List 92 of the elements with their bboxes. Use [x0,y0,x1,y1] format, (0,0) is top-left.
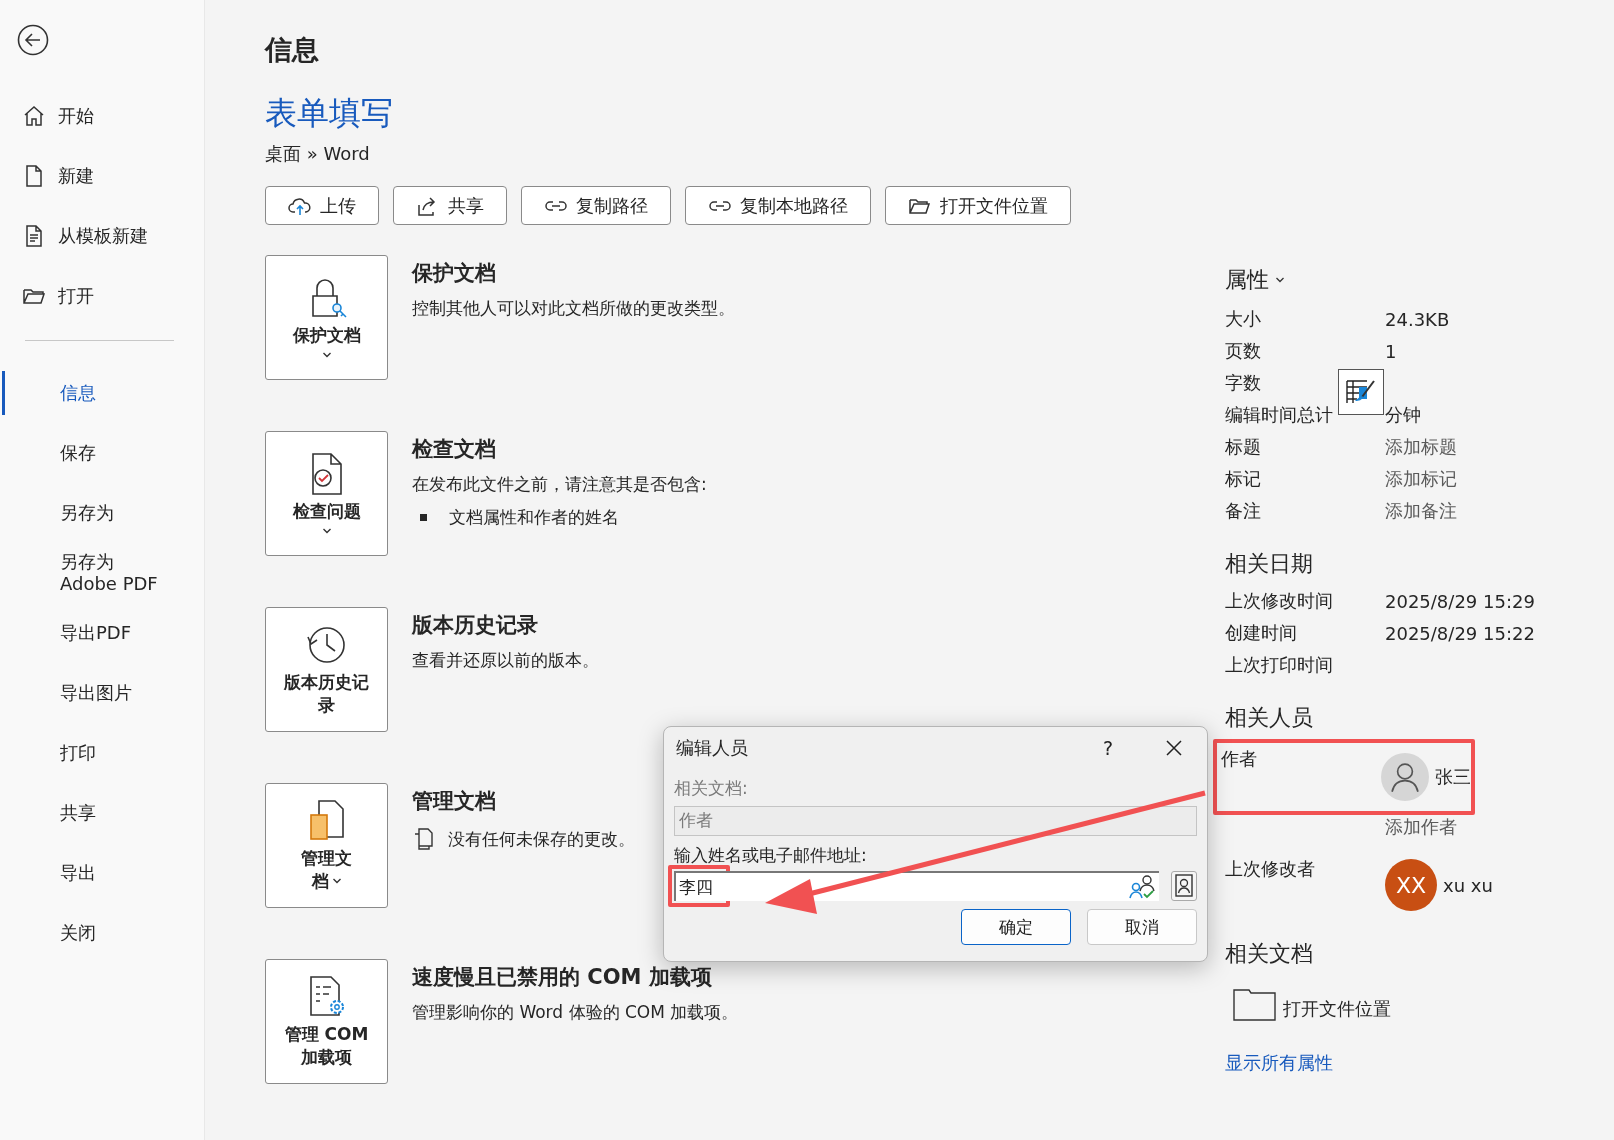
page-title: 信息 [265,33,320,67]
property-value: 1 [1385,340,1397,362]
property-label: 上次修改者 [1225,857,1316,881]
section-title: 保护文档 [412,260,497,287]
avatar-icon [1381,751,1429,803]
sidebar-item[interactable]: 信息 [0,363,204,423]
section-description: 管理影响你的 Word 体验的 COM 加载项。 [412,1001,739,1024]
close-icon [1165,739,1183,757]
property-value: 2025/8/29 15:22 [1385,622,1535,644]
document-path: 桌面 » Word [265,142,371,166]
dialog-title: 编辑人员 [675,736,749,760]
action-button[interactable]: 共享 [393,186,507,225]
property-label: 编辑时间总计 [1225,403,1333,427]
caret-icon [321,526,332,535]
section-description: 查看并还原以前的版本。 [412,649,599,672]
documents-icon [412,827,434,851]
property-value: 分钟 [1385,403,1421,427]
show-all-properties-link[interactable]: 显示所有属性 [1225,1051,1585,1075]
sidebar-item[interactable]: 导出PDF [0,603,204,663]
open-location-link[interactable]: 打开文件位置 [1233,987,1585,1021]
property-label: 上次修改时间 [1225,589,1333,613]
avatar: XX [1385,859,1437,911]
property-label: 大小 [1225,307,1261,331]
section-description: 控制其他人可以对此文档所做的更改类型。 [412,297,735,320]
property-label: 作者 [1221,747,1258,771]
sidebar-item[interactable]: 新建 [0,146,204,206]
section-note: 没有任何未保存的更改。 [448,827,635,851]
property-value: 2025/8/29 15:29 [1385,590,1535,612]
table-brush-icon[interactable] [1338,369,1384,415]
related-document-field[interactable]: 作者 [674,806,1197,836]
field-label: 相关文档: [674,777,749,800]
sidebar-item[interactable]: 导出 [0,843,204,903]
action-button[interactable]: 打开文件位置 [885,186,1071,225]
bullet-icon [420,514,427,521]
section-description: 在发布此文件之前，请注意其是否包含: [412,473,707,496]
home-icon [22,104,46,128]
caret-icon [1275,276,1285,284]
action-button[interactable]: 复制路径 [521,186,671,225]
property-field[interactable]: 添加标题 [1385,435,1457,459]
action-button[interactable]: 上传 [265,186,379,225]
section-heading: 相关文档 [1225,940,1314,968]
check-names-icon[interactable] [1129,874,1157,900]
help-button[interactable]: ? [1093,736,1123,760]
person-name[interactable]: 张三 [1435,765,1471,789]
sidebar-item[interactable]: 共享 [0,783,204,843]
section-title: 版本历史记录 [412,612,539,639]
property-label: 上次打印时间 [1225,653,1333,677]
property-label: 创建时间 [1225,621,1297,645]
bullet-text: 文档属性和作者的姓名 [449,506,619,529]
section-title: 速度慢且已禁用的 COM 加载项 [412,964,713,991]
section-title: 检查文档 [412,436,497,463]
sidebar-item[interactable]: 从模板新建 [0,206,204,266]
sidebar-item[interactable]: 开始 [0,86,204,146]
property-value: 24.3KB [1385,308,1450,330]
section-button[interactable]: 管理 COM 加载项 [265,959,388,1084]
dialog-button[interactable]: 取消 [1087,909,1197,945]
property-field[interactable]: 添加备注 [1385,499,1457,523]
action-button[interactable]: 复制本地路径 [685,186,871,225]
sidebar-item[interactable]: 另存为 Adobe PDF [0,543,204,603]
back-button[interactable] [17,24,49,56]
property-label: 页数 [1225,339,1261,363]
cloud-upload-icon [288,195,312,216]
property-field[interactable]: 添加标记 [1385,467,1457,491]
add-author-field[interactable]: 添加作者 [1385,816,1457,837]
properties-heading[interactable]: 属性 [1225,265,1585,295]
property-label: 标记 [1225,467,1261,491]
folder-icon [1233,987,1277,1021]
section-button[interactable]: 检查问题 [265,431,388,556]
property-label: 字数 [1225,371,1261,395]
address-book-icon [1174,874,1194,898]
person-name[interactable]: xu xu [1443,874,1493,896]
section-heading: 相关人员 [1225,704,1314,732]
sidebar-item[interactable]: 另存为 [0,483,204,543]
sidebar-item[interactable]: 打印 [0,723,204,783]
section-button[interactable]: 保护文档 [265,255,388,380]
section-button[interactable]: 版本历史记 录 [265,607,388,732]
sidebar-item[interactable]: 保存 [0,423,204,483]
field-label: 输入姓名或电子邮件地址: [674,844,868,867]
name-input-field[interactable]: 李四 [674,871,1159,901]
section-title: 管理文档 [412,788,497,815]
dialog-button[interactable]: 确定 [961,909,1071,945]
sidebar-item[interactable]: 关闭 [0,903,204,963]
sidebar-item[interactable]: 打开 [0,266,204,326]
section-button[interactable]: 管理文 档 [265,783,388,908]
property-label: 标题 [1225,435,1261,459]
section-heading: 相关日期 [1225,550,1314,578]
document-title: 表单填写 [265,93,394,134]
property-label: 备注 [1225,499,1261,523]
caret-icon [321,350,332,359]
address-book-button[interactable] [1171,871,1197,901]
caret-icon [331,876,342,885]
sidebar-item[interactable]: 导出图片 [0,663,204,723]
